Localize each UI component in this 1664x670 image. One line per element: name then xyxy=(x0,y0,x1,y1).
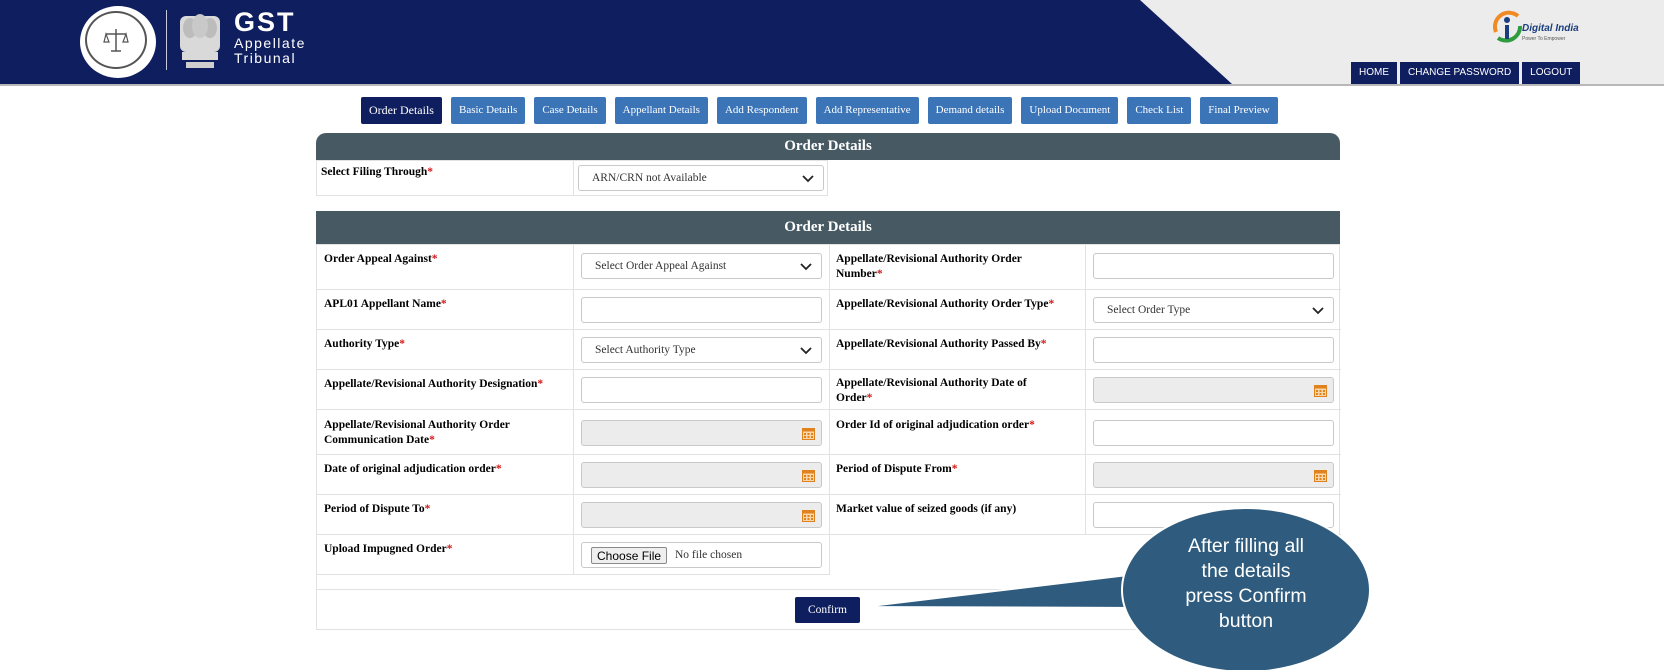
authority-type-select[interactable]: Select Authority Type xyxy=(581,337,822,363)
dispute-from-input[interactable] xyxy=(1093,462,1334,488)
top-nav: HOME CHANGE PASSWORD LOGOUT xyxy=(1351,62,1581,84)
chevron-down-icon xyxy=(1312,307,1324,315)
home-button[interactable]: HOME xyxy=(1351,62,1397,84)
calendar-icon[interactable] xyxy=(802,509,815,522)
brand-gst: GST xyxy=(234,7,296,37)
order-panel-title: Order Details xyxy=(316,211,1340,244)
calendar-icon[interactable] xyxy=(802,427,815,440)
callout-text: After filling all the details press Conf… xyxy=(1185,535,1307,632)
tab-appellant-details[interactable]: Appellant Details xyxy=(614,97,708,124)
tab-upload-document[interactable]: Upload Document xyxy=(1021,97,1119,124)
original-order-id-input[interactable] xyxy=(1093,420,1334,446)
tab-case-details[interactable]: Case Details xyxy=(534,97,606,124)
brand-line-1: Appellate xyxy=(234,35,306,51)
authority-order-type-select[interactable]: Select Order Type xyxy=(1093,297,1334,323)
header-divider xyxy=(166,10,167,70)
choose-file-button[interactable]: Choose File xyxy=(591,547,668,564)
digital-india-tagline: Power To Empower xyxy=(1522,36,1566,42)
tab-add-respondent[interactable]: Add Respondent xyxy=(716,97,807,124)
filing-through-label: Select Filing Through* xyxy=(321,166,434,178)
digital-india-logo: Digital India Power To Empower xyxy=(1490,8,1579,50)
digital-india-icon xyxy=(1492,10,1522,43)
national-emblem-icon xyxy=(180,14,220,68)
seal-ring xyxy=(85,11,147,69)
calendar-icon[interactable] xyxy=(1314,384,1327,397)
tab-order-details[interactable]: Order Details xyxy=(361,97,442,124)
filing-panel-title: Order Details xyxy=(316,133,1340,160)
change-password-button[interactable]: CHANGE PASSWORD xyxy=(1400,62,1520,84)
filing-panel-body: Select Filing Through* ARN/CRN not Avail… xyxy=(316,160,828,196)
authority-date-of-order-input[interactable] xyxy=(1093,377,1334,403)
appellant-name-input[interactable] xyxy=(581,297,822,323)
chevron-down-icon xyxy=(800,263,812,271)
authority-order-number-input[interactable] xyxy=(1093,253,1334,279)
calendar-icon[interactable] xyxy=(1314,469,1327,482)
file-status-text: No file chosen xyxy=(675,549,743,561)
digital-india-text: Digital India xyxy=(1522,23,1579,34)
confirm-button[interactable]: Confirm xyxy=(795,597,860,623)
order-appeal-against-select[interactable]: Select Order Appeal Against xyxy=(581,253,822,279)
tab-demand-details[interactable]: Demand details xyxy=(927,97,1013,124)
top-header: GST Appellate Tribunal Digital India Pow… xyxy=(0,0,1664,86)
tab-add-representative[interactable]: Add Representative xyxy=(815,97,919,124)
tab-check-list[interactable]: Check List xyxy=(1127,97,1192,124)
gst-tribunal-seal-logo xyxy=(80,6,156,78)
logout-button[interactable]: LOGOUT xyxy=(1522,62,1581,84)
scales-of-justice-icon xyxy=(103,29,129,52)
authority-passed-by-input[interactable] xyxy=(1093,337,1334,363)
tab-final-preview[interactable]: Final Preview xyxy=(1200,97,1278,124)
authority-designation-input[interactable] xyxy=(581,377,822,403)
upload-impugned-order-input[interactable]: Choose File No file chosen xyxy=(581,542,822,568)
dispute-to-input[interactable] xyxy=(581,502,822,528)
authority-order-communication-date-input[interactable] xyxy=(581,420,822,446)
tab-basic-details[interactable]: Basic Details xyxy=(450,97,526,124)
original-order-date-input[interactable] xyxy=(581,462,822,488)
brand-title: GST Appellate Tribunal xyxy=(234,8,306,66)
step-tabs: Order Details Basic Details Case Details… xyxy=(361,97,1287,124)
chevron-down-icon xyxy=(800,347,812,355)
chevron-down-icon xyxy=(802,175,814,183)
market-value-input[interactable] xyxy=(1093,502,1334,528)
filing-through-select[interactable]: ARN/CRN not Available xyxy=(578,165,824,191)
calendar-icon[interactable] xyxy=(802,469,815,482)
brand-line-2: Tribunal xyxy=(234,50,297,66)
